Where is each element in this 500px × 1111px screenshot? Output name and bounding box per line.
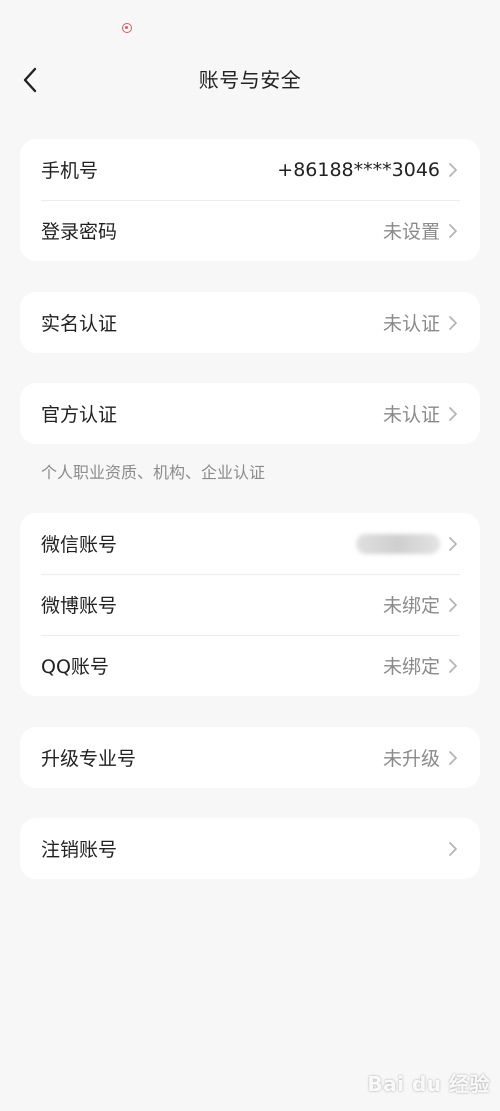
weibo-bind-status: 未绑定 bbox=[382, 595, 440, 617]
row-weibo-account[interactable]: 微博账号 未绑定 bbox=[20, 574, 480, 635]
row-label: 注销账号 bbox=[41, 839, 118, 861]
row-label: QQ账号 bbox=[41, 656, 109, 678]
chevron-right-icon bbox=[446, 160, 460, 180]
card-phone-password: 手机号 +86188****3046 登录密码 未设置 bbox=[20, 139, 480, 261]
upgrade-status: 未升级 bbox=[382, 748, 440, 770]
card-real-name: 实名认证 未认证 bbox=[20, 292, 480, 353]
row-label: 官方认证 bbox=[41, 404, 118, 426]
row-login-password[interactable]: 登录密码 未设置 bbox=[20, 200, 480, 261]
nav-bar: 账号与安全 bbox=[0, 56, 500, 100]
recording-dot-icon bbox=[122, 23, 132, 33]
real-name-status: 未认证 bbox=[382, 313, 440, 335]
chevron-right-icon bbox=[446, 313, 460, 333]
row-qq-account[interactable]: QQ账号 未绑定 bbox=[20, 635, 480, 696]
chevron-right-icon bbox=[446, 534, 460, 554]
row-wechat-account[interactable]: 微信账号 bbox=[20, 513, 480, 574]
chevron-right-icon bbox=[446, 595, 460, 615]
chevron-right-icon bbox=[446, 656, 460, 676]
chevron-right-icon bbox=[446, 404, 460, 424]
wechat-account-value-blurred bbox=[356, 533, 440, 554]
chevron-right-icon bbox=[446, 839, 460, 859]
card-cancel-account: 注销账号 bbox=[20, 818, 480, 879]
baidu-jingyan-watermark: Bai du 经验 bbox=[367, 1072, 490, 1096]
card-social-accounts: 微信账号 微博账号 未绑定 QQ账号 未绑定 bbox=[20, 513, 480, 696]
qq-bind-status: 未绑定 bbox=[382, 656, 440, 678]
row-label: 实名认证 bbox=[41, 313, 118, 335]
row-real-name-verification[interactable]: 实名认证 未认证 bbox=[20, 292, 480, 353]
row-cancel-account[interactable]: 注销账号 bbox=[20, 818, 480, 879]
row-official-verification[interactable]: 官方认证 未认证 bbox=[20, 383, 480, 444]
row-upgrade-professional[interactable]: 升级专业号 未升级 bbox=[20, 727, 480, 788]
row-label: 微信账号 bbox=[41, 534, 118, 556]
row-label: 手机号 bbox=[41, 160, 99, 182]
card-official-verification: 官方认证 未认证 bbox=[20, 383, 480, 444]
row-label: 登录密码 bbox=[41, 221, 118, 243]
chevron-right-icon bbox=[446, 221, 460, 241]
status-bar bbox=[0, 0, 500, 56]
row-label: 微博账号 bbox=[41, 595, 118, 617]
row-phone-number[interactable]: 手机号 +86188****3046 bbox=[20, 139, 480, 200]
card-upgrade: 升级专业号 未升级 bbox=[20, 727, 480, 788]
page-title: 账号与安全 bbox=[198, 68, 302, 92]
row-label: 升级专业号 bbox=[41, 748, 137, 770]
login-password-status: 未设置 bbox=[382, 221, 440, 243]
official-verification-note: 个人职业资质、机构、企业认证 bbox=[41, 463, 266, 482]
phone-number-value: +86188****3046 bbox=[277, 158, 440, 181]
official-verification-status: 未认证 bbox=[382, 404, 440, 426]
chevron-right-icon bbox=[446, 748, 460, 768]
